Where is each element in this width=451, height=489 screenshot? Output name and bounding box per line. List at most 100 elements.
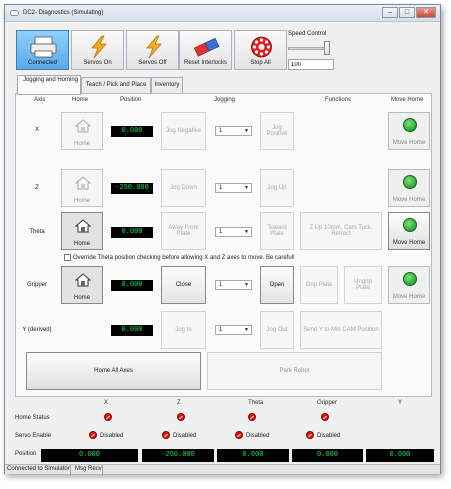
position-label: Position bbox=[15, 451, 37, 457]
no-entry-icon bbox=[306, 431, 314, 439]
move-home-button-x[interactable]: Move Home bbox=[388, 112, 430, 150]
move-home-button-theta[interactable]: Move Home bbox=[388, 212, 430, 250]
z-up-cam-tuck-retract-button[interactable]: Z Up 10mm, Cam Tuck, Retract bbox=[300, 212, 382, 250]
chevron-down-icon: ▼ bbox=[244, 282, 249, 288]
servos-off-label: Servos Off bbox=[138, 60, 167, 66]
chevron-down-icon: ▼ bbox=[244, 327, 249, 333]
step-select-theta[interactable]: 1 ▼ bbox=[215, 227, 252, 237]
header-jogging: Jogging bbox=[214, 97, 236, 103]
stop-all-button[interactable]: Stop All bbox=[234, 30, 287, 70]
status-axis-x: X bbox=[104, 400, 109, 406]
open-gripper-button[interactable]: Open bbox=[260, 266, 294, 304]
move-home-label: Move Home bbox=[392, 140, 426, 146]
ungrip-plate-button[interactable]: Ungrip Plate bbox=[344, 266, 382, 304]
status-position-theta: 0.000 bbox=[217, 449, 289, 462]
override-theta-option[interactable]: Override Theta position checking before … bbox=[64, 254, 295, 261]
home-label: Home bbox=[73, 141, 90, 147]
axis-label-z: Z bbox=[35, 185, 39, 191]
maximize-button[interactable]: □ bbox=[399, 7, 415, 18]
home-label: Home bbox=[73, 241, 90, 247]
axis-label-x: X bbox=[34, 127, 39, 133]
jog-down-button-z[interactable]: Jog Down bbox=[161, 169, 206, 207]
tab-inventory[interactable]: Inventory bbox=[151, 77, 183, 94]
speed-slider-track[interactable] bbox=[288, 47, 328, 50]
close-button[interactable]: ✕ bbox=[416, 7, 436, 18]
printer-icon bbox=[30, 36, 57, 58]
stop-all-label: Stop All bbox=[250, 60, 271, 66]
connected-button[interactable]: Connected bbox=[16, 30, 69, 70]
status-axis-theta: Theta bbox=[248, 400, 264, 406]
home-status-label: Home Status bbox=[15, 415, 50, 421]
grip-plate-button[interactable]: Grip Plate bbox=[300, 266, 338, 304]
override-theta-checkbox[interactable] bbox=[64, 254, 71, 261]
no-entry-icon bbox=[321, 413, 329, 421]
tab-jogging-homing[interactable]: Jogging and Homing bbox=[17, 75, 81, 95]
move-home-label: Move Home bbox=[392, 240, 426, 246]
toward-plate-button[interactable]: Toward Plate bbox=[260, 212, 294, 250]
servo-enable-label: Servo Enable bbox=[15, 433, 52, 439]
running-man-icon bbox=[403, 272, 417, 286]
move-home-button-gripper[interactable]: Move Home bbox=[388, 266, 430, 304]
status-bar: Connected to Simulator Msg Recv bbox=[5, 464, 440, 475]
send-y-min-cam-button[interactable]: Send Y to Min CAM Position bbox=[300, 311, 382, 349]
house-icon bbox=[75, 219, 91, 233]
status-axis-z: Z bbox=[177, 400, 181, 406]
minimize-button[interactable]: – bbox=[382, 7, 398, 18]
status-axis-y: Y bbox=[398, 400, 403, 406]
position-readout-theta: 0.000 bbox=[111, 227, 153, 238]
chevron-down-icon: ▼ bbox=[244, 128, 249, 134]
step-value: 1 bbox=[219, 128, 223, 134]
step-value: 1 bbox=[219, 185, 223, 191]
step-select-x[interactable]: 1 ▼ bbox=[215, 126, 252, 136]
no-entry-icon bbox=[235, 431, 243, 439]
step-select-z[interactable]: 1 ▼ bbox=[215, 183, 252, 193]
away-from-plate-button[interactable]: Away From Plate bbox=[161, 212, 206, 250]
step-select-y[interactable]: 1 ▼ bbox=[215, 325, 252, 335]
park-robot-button[interactable]: Park Robot bbox=[207, 352, 382, 390]
no-entry-icon bbox=[177, 413, 185, 421]
home-button-z[interactable]: Home bbox=[61, 169, 103, 207]
servos-on-button[interactable]: Servos On bbox=[71, 30, 124, 70]
position-readout-y: 0.000 bbox=[111, 325, 153, 336]
servos-off-button[interactable]: Servos Off bbox=[126, 30, 179, 70]
chevron-down-icon: ▼ bbox=[244, 229, 249, 235]
home-button-x[interactable]: Home bbox=[61, 112, 103, 150]
axis-label-gripper: Gripper bbox=[26, 282, 47, 288]
servos-on-label: Servos On bbox=[83, 60, 112, 66]
speed-slider-thumb[interactable] bbox=[324, 41, 330, 55]
jog-out-button-y[interactable]: Jog Out bbox=[260, 311, 294, 349]
servo-enable-theta: Disabled bbox=[246, 433, 270, 439]
no-entry-icon bbox=[248, 413, 256, 421]
jog-positive-button-x[interactable]: Jog Positive bbox=[260, 112, 294, 150]
running-man-icon bbox=[403, 218, 417, 232]
reset-interlocks-button[interactable]: Reset Interlocks bbox=[179, 30, 232, 70]
step-value: 1 bbox=[219, 229, 223, 235]
home-button-theta[interactable]: Home bbox=[61, 212, 103, 250]
move-home-label: Move Home bbox=[392, 294, 426, 300]
lightning-icon bbox=[146, 35, 162, 59]
position-readout-gripper: 0.000 bbox=[111, 280, 153, 291]
house-icon bbox=[75, 273, 91, 287]
no-entry-icon bbox=[89, 431, 97, 439]
jog-negative-button-x[interactable]: Jog Negative bbox=[161, 112, 206, 150]
running-man-icon bbox=[403, 118, 417, 132]
step-select-gripper[interactable]: 1 ▼ bbox=[215, 280, 252, 290]
jog-up-button-z[interactable]: Jog Up bbox=[260, 169, 294, 207]
home-button-gripper[interactable]: Home bbox=[61, 266, 103, 304]
app-icon bbox=[10, 10, 19, 16]
speed-input[interactable] bbox=[288, 59, 334, 70]
step-value: 1 bbox=[219, 282, 223, 288]
toolbar: Connected Servos On Servos Off Reset Int… bbox=[5, 22, 440, 75]
jogging-panel: Axis Home Position Jogging Functions Mov… bbox=[15, 93, 432, 397]
close-gripper-button[interactable]: Close bbox=[161, 266, 206, 304]
header-position: Position bbox=[120, 97, 142, 103]
tab-teach-pick-place[interactable]: Teach / Pick and Place bbox=[81, 77, 151, 94]
eraser-icon bbox=[193, 37, 220, 57]
chevron-down-icon: ▼ bbox=[244, 185, 249, 191]
jog-in-button-y[interactable]: Jog In bbox=[161, 311, 206, 349]
home-all-axes-button[interactable]: Home All Axes bbox=[26, 352, 201, 390]
move-home-button-z[interactable]: Move Home bbox=[388, 169, 430, 207]
no-entry-icon bbox=[162, 431, 170, 439]
servo-enable-x: Disabled bbox=[100, 433, 124, 439]
position-readout-x: 0.000 bbox=[111, 126, 153, 137]
